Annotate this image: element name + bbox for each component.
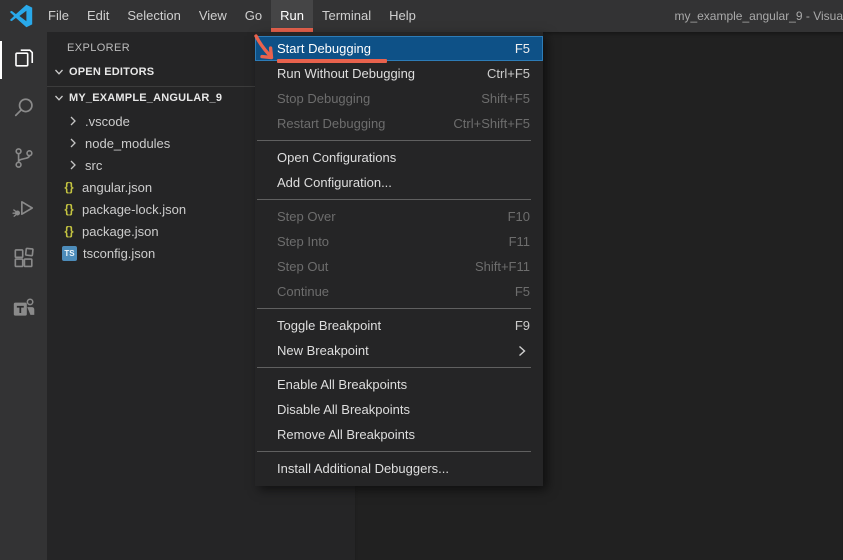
menu-item-restart-debugging[interactable]: Restart Debugging Ctrl+Shift+F5 (255, 111, 543, 136)
title-bar: FileEditSelectionViewGoRunTerminalHelp m… (0, 0, 843, 32)
menu-item-enable-all-breakpoints[interactable]: Enable All Breakpoints (255, 372, 543, 397)
chevron-right-icon (65, 135, 81, 151)
menu-item-disable-all-breakpoints[interactable]: Disable All Breakpoints (255, 397, 543, 422)
menu-item-label: Continue (277, 284, 329, 299)
menu-item-stop-debugging[interactable]: Stop Debugging Shift+F5 (255, 86, 543, 111)
activity-teams-toolkit[interactable] (0, 285, 47, 335)
menu-item-label: Open Configurations (277, 150, 396, 165)
menu-item-label: Stop Debugging (277, 91, 370, 106)
annotation-underline-start-debugging (277, 59, 387, 63)
menu-item-label: Start Debugging (277, 41, 371, 56)
menu-separator (257, 367, 531, 368)
menu-item-label: Remove All Breakpoints (277, 427, 415, 442)
menu-item-continue[interactable]: Continue F5 (255, 279, 543, 304)
vscode-window: FileEditSelectionViewGoRunTerminalHelp m… (0, 0, 843, 560)
tree-item-label: angular.json (82, 180, 152, 195)
menu-item-shortcut: F10 (508, 209, 530, 224)
menu-item-label: Toggle Breakpoint (277, 318, 381, 333)
tree-item-label: node_modules (85, 136, 170, 151)
menubar-item-edit[interactable]: Edit (78, 0, 118, 32)
chevron-down-icon (51, 64, 67, 80)
vscode-logo-icon (9, 4, 33, 28)
tree-item-label: .vscode (85, 114, 130, 129)
menubar-item-help[interactable]: Help (380, 0, 425, 32)
menu-item-shortcut: F5 (515, 284, 530, 299)
menu-item-shortcut: Ctrl+Shift+F5 (453, 116, 530, 131)
menu-item-step-into[interactable]: Step Into F11 (255, 229, 543, 254)
activity-bar (0, 32, 47, 560)
json-icon: {} (61, 180, 77, 194)
menu-item-label: Restart Debugging (277, 116, 385, 131)
menubar-item-view[interactable]: View (190, 0, 236, 32)
menu-item-step-over[interactable]: Step Over F10 (255, 204, 543, 229)
menu-item-label: Step Out (277, 259, 328, 274)
search-icon (11, 95, 37, 126)
menu-item-label: Install Additional Debuggers... (277, 461, 449, 476)
window-title: my_example_angular_9 - Visua (674, 0, 843, 32)
activity-search[interactable] (0, 85, 47, 135)
run-menu-dropdown: Start Debugging F5 Run Without Debugging Ct… (255, 32, 543, 486)
menubar-item-go[interactable]: Go (236, 0, 271, 32)
menu-item-label: Step Over (277, 209, 336, 224)
menu-item-add-configuration[interactable]: Add Configuration... (255, 170, 543, 195)
tree-item-label: package-lock.json (82, 202, 186, 217)
menu-item-label: New Breakpoint (277, 343, 369, 358)
menu-bar: FileEditSelectionViewGoRunTerminalHelp (39, 0, 425, 32)
json-icon: {} (61, 224, 77, 238)
activity-source-control[interactable] (0, 135, 47, 185)
chevron-right-icon (65, 113, 81, 129)
chevron-down-icon (51, 90, 67, 106)
files-icon (11, 45, 37, 76)
tree-item-label: tsconfig.json (83, 246, 155, 261)
menu-item-shortcut: Shift+F5 (481, 91, 530, 106)
section-label: MY_EXAMPLE_ANGULAR_9 (69, 92, 222, 104)
menu-separator (257, 140, 531, 141)
menubar-item-file[interactable]: File (39, 0, 78, 32)
menu-separator (257, 199, 531, 200)
menu-item-label: Enable All Breakpoints (277, 377, 407, 392)
json-icon: {} (61, 202, 77, 216)
menu-item-toggle-breakpoint[interactable]: Toggle Breakpoint F9 (255, 313, 543, 338)
tree-item-label: src (85, 158, 102, 173)
submenu-chevron-icon (514, 343, 530, 359)
menu-item-shortcut: F9 (515, 318, 530, 333)
menu-item-run-without-debugging[interactable]: Run Without Debugging Ctrl+F5 (255, 61, 543, 86)
menu-item-shortcut: F5 (515, 41, 530, 56)
menu-separator (257, 308, 531, 309)
menu-item-shortcut: Ctrl+F5 (487, 66, 530, 81)
source-control-icon (11, 145, 37, 176)
teams-icon (11, 295, 37, 326)
menu-item-shortcut: Shift+F11 (475, 259, 530, 274)
menu-item-open-configurations[interactable]: Open Configurations (255, 145, 543, 170)
menu-item-step-out[interactable]: Step Out Shift+F11 (255, 254, 543, 279)
menubar-item-run[interactable]: Run (271, 0, 313, 32)
section-label: OPEN EDITORS (69, 66, 154, 78)
menu-item-label: Disable All Breakpoints (277, 402, 410, 417)
menu-separator (257, 451, 531, 452)
activity-extensions[interactable] (0, 235, 47, 285)
menu-item-label: Run Without Debugging (277, 66, 415, 81)
menu-item-remove-all-breakpoints[interactable]: Remove All Breakpoints (255, 422, 543, 447)
ts-icon: TS (62, 246, 77, 261)
run-debug-icon (11, 195, 37, 226)
menu-item-new-breakpoint[interactable]: New Breakpoint (255, 338, 543, 363)
activity-explorer[interactable] (0, 35, 47, 85)
menu-item-install-additional-debuggers[interactable]: Install Additional Debuggers... (255, 456, 543, 481)
menu-item-label: Add Configuration... (277, 175, 392, 190)
chevron-right-icon (65, 157, 81, 173)
menubar-item-selection[interactable]: Selection (118, 0, 189, 32)
menu-item-label: Step Into (277, 234, 329, 249)
activity-run-and-debug[interactable] (0, 185, 47, 235)
extensions-icon (11, 245, 37, 276)
menu-item-start-debugging[interactable]: Start Debugging F5 (255, 36, 543, 61)
menu-item-shortcut: F11 (509, 234, 530, 249)
menubar-item-terminal[interactable]: Terminal (313, 0, 380, 32)
tree-item-label: package.json (82, 224, 159, 239)
